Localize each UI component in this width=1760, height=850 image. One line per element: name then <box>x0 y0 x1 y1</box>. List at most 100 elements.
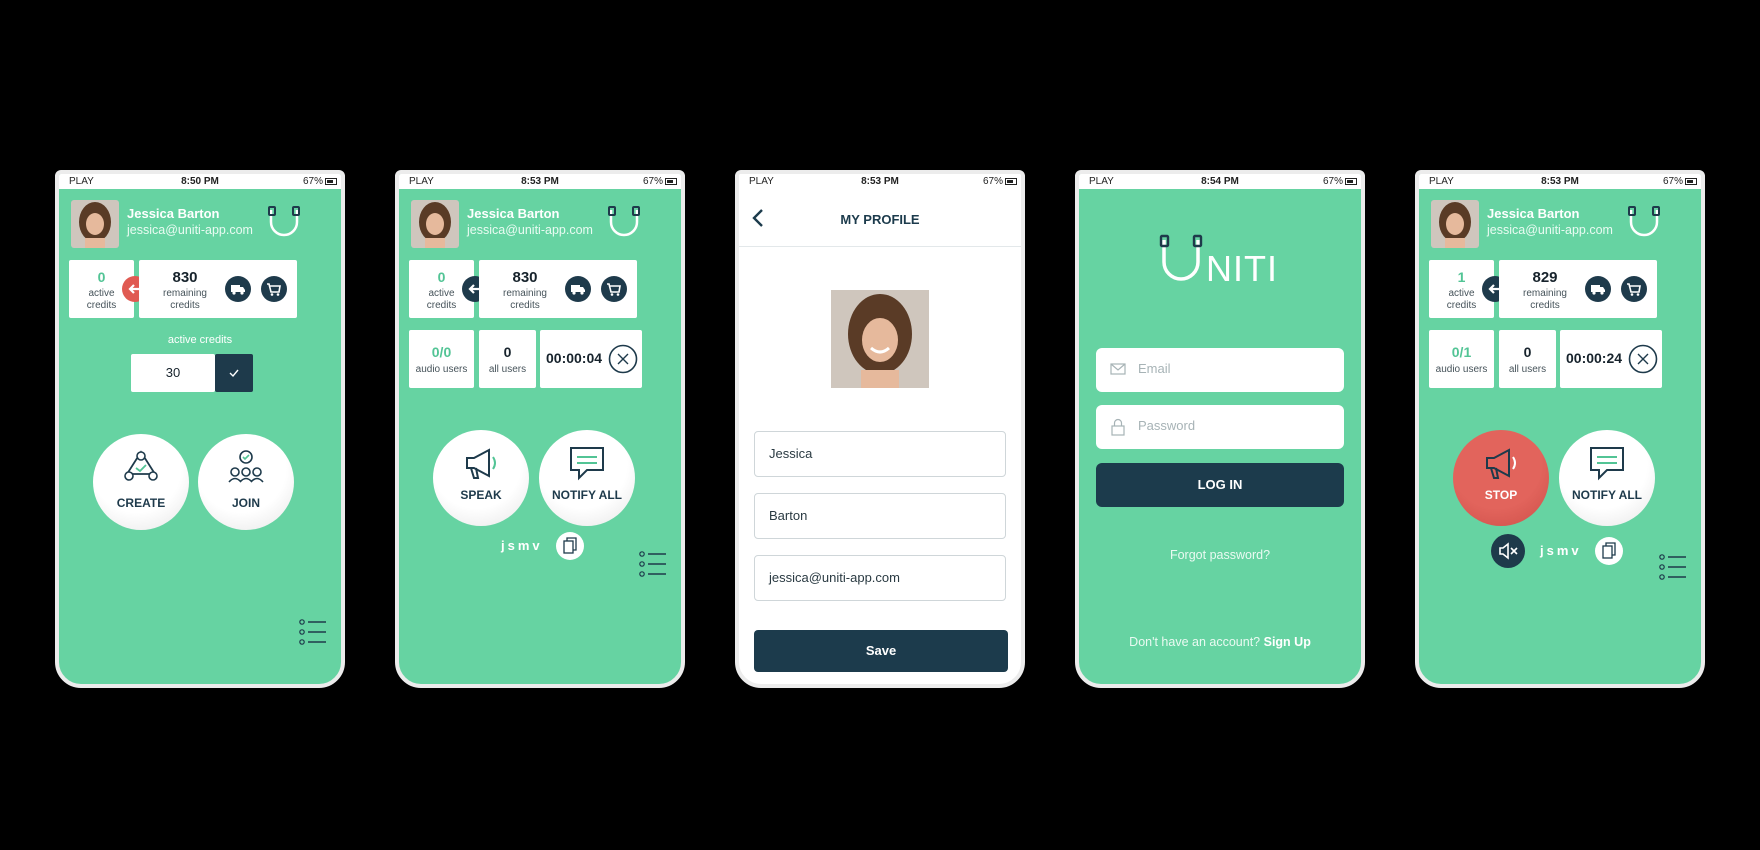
audio-users-card: 0/0 audio users <box>409 330 474 388</box>
profile-photo[interactable] <box>831 290 929 388</box>
lock-icon <box>1111 418 1125 436</box>
create-button[interactable]: CREATE <box>93 434 189 530</box>
status-bar: PLAY 8:54 PM 67% <box>1079 174 1361 189</box>
avatar[interactable] <box>71 200 119 248</box>
notify-all-button[interactable]: NOTIFY ALL <box>1559 430 1655 526</box>
truck-icon <box>571 285 585 295</box>
menu-list-icon[interactable] <box>639 551 667 577</box>
avatar[interactable] <box>411 200 459 248</box>
chat-icon <box>570 447 604 481</box>
email-placeholder: Email <box>1138 361 1171 376</box>
email-input[interactable]: Email <box>1096 348 1344 392</box>
copy-code-button[interactable] <box>1595 537 1623 565</box>
notify-all-button[interactable]: NOTIFY ALL <box>539 430 635 526</box>
password-placeholder: Password <box>1138 418 1196 433</box>
cart-button[interactable] <box>261 276 287 302</box>
user-email: jessica@uniti-app.com <box>1487 223 1613 237</box>
all-users-card: 0 all users <box>1499 330 1556 388</box>
all-users-value: 0 <box>1523 344 1532 360</box>
join-button[interactable]: JOIN <box>198 434 294 530</box>
battery-label: 67% <box>642 176 663 187</box>
status-time: 8:54 PM <box>1201 176 1239 187</box>
stop-button[interactable]: STOP <box>1453 430 1549 526</box>
credits-input-label: active credits <box>167 334 233 346</box>
mail-icon <box>1110 363 1126 375</box>
copy-icon <box>1602 542 1616 559</box>
credits-input-value: 30 <box>165 365 181 380</box>
cart-icon <box>1627 283 1641 296</box>
create-group-icon <box>124 450 158 481</box>
timer-card: 00:00:24 <box>1560 330 1662 388</box>
megaphone-icon <box>466 448 496 479</box>
truck-button[interactable] <box>225 276 251 302</box>
phone-screen-login: PLAY 8:54 PM 67% NITI Email Password LOG… <box>1075 170 1365 688</box>
user-name: Jessica Barton <box>127 206 220 221</box>
speak-label: SPEAK <box>460 488 502 502</box>
battery-icon <box>1685 178 1697 185</box>
forgot-password-link[interactable]: Forgot password? <box>1079 548 1361 562</box>
headset-logo-icon <box>1628 206 1660 237</box>
audio-users-value: 0/1 <box>1451 344 1472 360</box>
join-group-icon <box>228 450 264 483</box>
close-icon[interactable] <box>608 344 638 374</box>
battery-icon <box>1345 178 1357 185</box>
last-name-field[interactable]: Barton <box>754 493 1006 539</box>
user-email: jessica@uniti-app.com <box>467 223 593 237</box>
battery-label: 67% <box>302 176 323 187</box>
save-button[interactable]: Save <box>754 630 1008 672</box>
check-icon <box>229 369 239 378</box>
battery-label: 67% <box>1662 176 1683 187</box>
audio-users-card: 0/1 audio users <box>1429 330 1494 388</box>
cart-icon <box>607 283 621 296</box>
session-code: jsmv <box>1540 543 1582 558</box>
battery-icon <box>325 178 337 185</box>
audio-users-label: audio users <box>1435 364 1488 375</box>
cart-icon <box>267 283 281 296</box>
all-users-value: 0 <box>503 344 512 360</box>
logo-text: NITI <box>1206 248 1278 289</box>
all-users-label: all users <box>1508 364 1547 375</box>
copy-code-button[interactable] <box>556 532 584 560</box>
truck-icon <box>231 285 245 295</box>
all-users-label: all users <box>488 364 527 375</box>
battery-label: 67% <box>1322 176 1343 187</box>
credits-input[interactable]: 30 <box>131 354 215 392</box>
speak-button[interactable]: SPEAK <box>433 430 529 526</box>
session-timer: 00:00:24 <box>1566 350 1623 366</box>
confirm-credits-button[interactable] <box>215 354 253 392</box>
user-name: Jessica Barton <box>467 206 560 221</box>
battery-icon <box>1005 178 1017 185</box>
mute-icon <box>1499 542 1518 560</box>
menu-list-icon[interactable] <box>299 619 327 645</box>
remaining-credits-label: remaining credits <box>503 288 547 311</box>
cart-button[interactable] <box>1621 276 1647 302</box>
status-time: 8:53 PM <box>1541 176 1579 187</box>
remaining-credits-card: 830 remaining credits <box>139 260 297 318</box>
truck-button[interactable] <box>1585 276 1611 302</box>
remaining-credits-card: 829 remaining credits <box>1499 260 1657 318</box>
megaphone-icon <box>1486 448 1516 479</box>
user-email: jessica@uniti-app.com <box>127 223 253 237</box>
truck-icon <box>1591 285 1605 295</box>
avatar[interactable] <box>1431 200 1479 248</box>
create-label: CREATE <box>116 496 166 510</box>
close-icon[interactable] <box>1628 344 1658 374</box>
signup-link[interactable]: Sign Up <box>1264 635 1311 649</box>
battery-icon <box>665 178 677 185</box>
phone-screen-profile: PLAY 8:53 PM 67% MY PROFILE Jessica Bart… <box>735 170 1025 688</box>
battery-label: 67% <box>982 176 1003 187</box>
email-field[interactable]: jessica@uniti-app.com <box>754 555 1006 601</box>
login-button[interactable]: LOG IN <box>1096 463 1344 507</box>
headset-logo-icon <box>608 206 640 237</box>
truck-button[interactable] <box>565 276 591 302</box>
status-bar: PLAY 8:53 PM 67% <box>399 174 681 189</box>
first-name-field[interactable]: Jessica <box>754 431 1006 477</box>
menu-list-icon[interactable] <box>1659 554 1687 580</box>
mute-button[interactable] <box>1491 534 1525 568</box>
cart-button[interactable] <box>601 276 627 302</box>
password-input[interactable]: Password <box>1096 405 1344 449</box>
signup-prompt: Don't have an account? <box>1129 635 1261 649</box>
header-divider <box>739 246 1021 247</box>
copy-icon <box>563 537 577 554</box>
timer-card: 00:00:04 <box>540 330 642 388</box>
